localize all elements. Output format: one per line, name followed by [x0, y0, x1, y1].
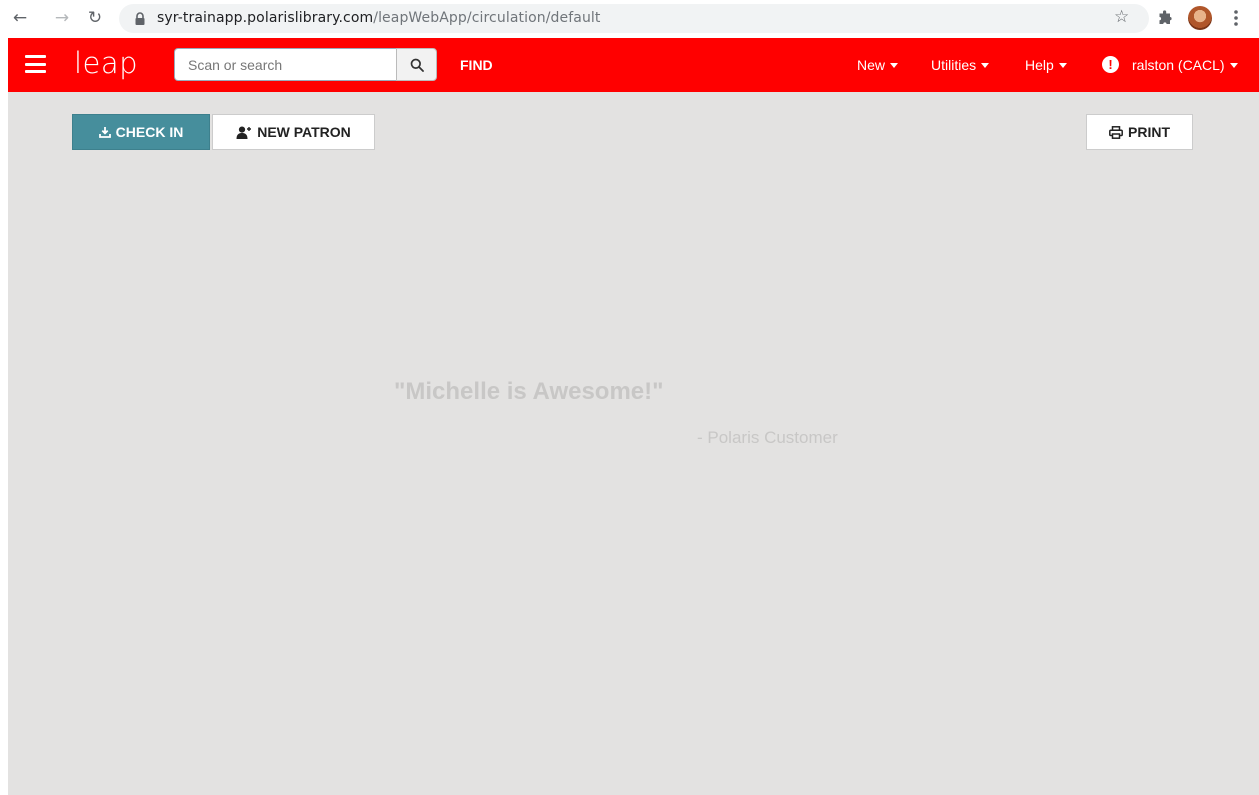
quote-author: - Polaris Customer [697, 428, 838, 447]
url-text: syr-trainapp.polarislibrary.com/leapWebA… [157, 4, 601, 33]
user-plus-icon [236, 126, 252, 139]
menu-help[interactable]: Help [1025, 57, 1067, 73]
caret-down-icon [1229, 63, 1238, 68]
user-label: ralston (CACL) [1132, 57, 1225, 73]
bookmark-star-icon[interactable]: ☆ [1114, 7, 1129, 27]
kebab-icon[interactable] [1230, 7, 1242, 29]
reload-icon[interactable]: ↻ [84, 7, 106, 29]
top-navbar: leap FIND New Utilities Help ! ralston (… [8, 38, 1259, 92]
menu-new[interactable]: New [857, 57, 899, 73]
check-in-button[interactable]: CHECK IN [72, 114, 210, 150]
print-label: PRINT [1128, 124, 1170, 140]
caret-down-icon [981, 63, 990, 68]
menu-help-label: Help [1025, 57, 1054, 73]
download-icon [98, 127, 111, 138]
alert-icon[interactable]: ! [1102, 56, 1119, 73]
leap-logo[interactable]: leap [74, 46, 138, 80]
lock-icon [135, 12, 145, 25]
browser-toolbar: ← → ↻ syr-trainapp.polarislibrary.com/le… [0, 0, 1259, 37]
caret-down-icon [890, 63, 899, 68]
address-bar[interactable]: syr-trainapp.polarislibrary.com/leapWebA… [119, 4, 1149, 33]
back-arrow-icon[interactable]: ← [9, 7, 31, 29]
search-icon [410, 58, 424, 72]
hamburger-menu-icon[interactable] [25, 55, 46, 73]
profile-avatar[interactable] [1188, 6, 1212, 30]
new-patron-label: NEW PATRON [257, 124, 351, 140]
puzzle-icon[interactable] [1157, 10, 1173, 26]
app-viewport: leap FIND New Utilities Help ! ralston (… [8, 38, 1259, 795]
print-button[interactable]: PRINT [1086, 114, 1193, 150]
menu-utilities[interactable]: Utilities [931, 57, 990, 73]
menu-new-label: New [857, 57, 886, 73]
menu-utilities-label: Utilities [931, 57, 977, 73]
search-button[interactable] [396, 48, 437, 81]
forward-arrow-icon[interactable]: → [51, 7, 73, 29]
new-patron-button[interactable]: NEW PATRON [212, 114, 375, 150]
quote-text: "Michelle is Awesome!" [394, 378, 664, 405]
caret-down-icon [1058, 63, 1067, 68]
menu-user[interactable]: ralston (CACL) [1132, 57, 1238, 73]
search-input[interactable] [174, 48, 396, 81]
check-in-label: CHECK IN [115, 124, 184, 140]
find-button[interactable]: FIND [460, 57, 493, 73]
url-path: /leapWebApp/circulation/default [373, 10, 601, 26]
printer-icon [1109, 125, 1123, 139]
url-host: syr-trainapp.polarislibrary.com [157, 10, 374, 26]
